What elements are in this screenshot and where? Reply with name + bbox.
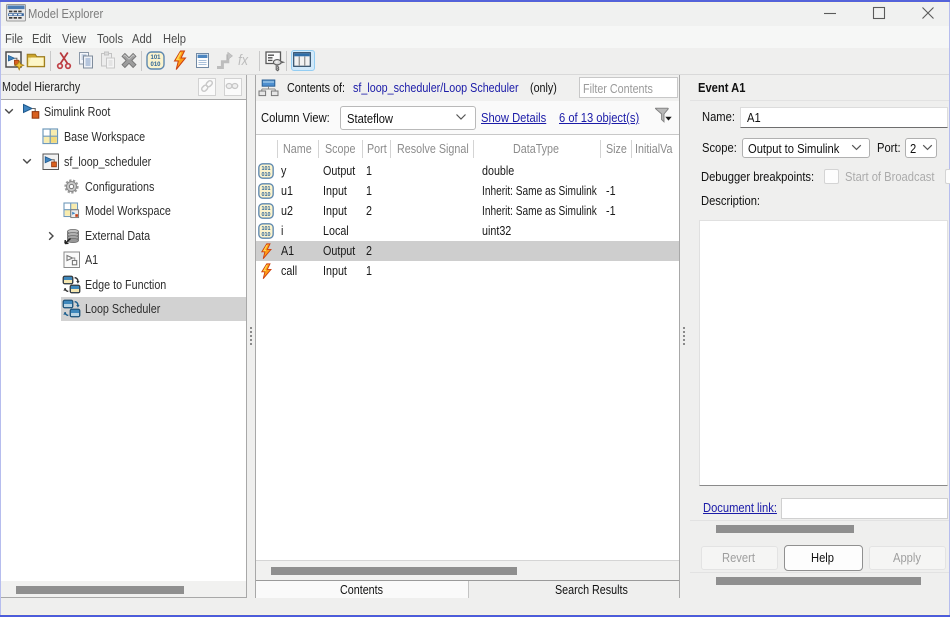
svg-text:010: 010 — [262, 232, 271, 238]
svg-text:010: 010 — [150, 62, 161, 68]
svg-text:101: 101 — [150, 55, 161, 61]
svg-text:010: 010 — [262, 172, 271, 178]
svg-text:010: 010 — [262, 212, 271, 218]
svg-text:010: 010 — [262, 192, 271, 198]
